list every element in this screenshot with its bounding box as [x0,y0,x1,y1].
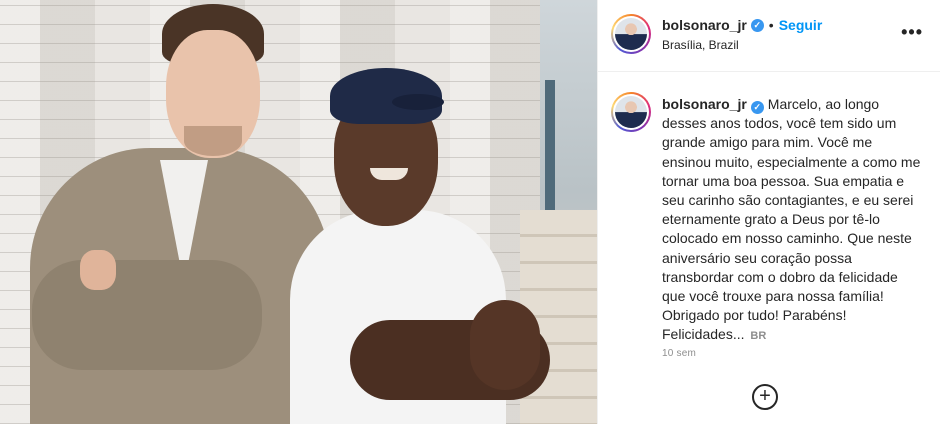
person-right-forearm [470,300,540,390]
avatar[interactable] [611,14,651,54]
location-link[interactable]: Brasília, Brazil [662,38,739,52]
post-caption: bolsonaro_jr ✓ Marcelo, ao longo desses an… [662,95,924,347]
translate-link[interactable]: BR [750,330,766,342]
username-link[interactable]: bolsonaro_jr [662,17,747,33]
plus-circle-icon[interactable]: + [752,384,778,410]
caption-avatar[interactable] [611,92,651,132]
more-options-icon[interactable]: ••• [901,22,923,43]
post-photo[interactable] [0,0,597,424]
caption-text: Marcelo, ao longo desses anos todos, voc… [662,96,921,343]
person-left-arms [32,260,262,370]
post-timestamp[interactable]: 10 sem [662,348,696,359]
post-header: bolsonaro_jr ✓ • Seguir Brasília, Brazil… [598,0,940,72]
verified-badge-icon: ✓ [750,101,764,114]
post-side-panel: bolsonaro_jr ✓ • Seguir Brasília, Brazil… [597,0,940,424]
follow-button[interactable]: Seguir [779,17,823,33]
caption-username-link[interactable]: bolsonaro_jr [662,96,747,112]
person-left-hand [80,250,116,290]
person-right-smile [370,168,408,180]
person-left-beard [184,126,242,156]
person-right-cap-brim [392,94,444,110]
verified-badge-icon: ✓ [750,18,764,32]
window-frame [545,80,555,220]
separator-dot: • [768,17,774,33]
post-header-user: bolsonaro_jr ✓ • Seguir [662,17,822,33]
